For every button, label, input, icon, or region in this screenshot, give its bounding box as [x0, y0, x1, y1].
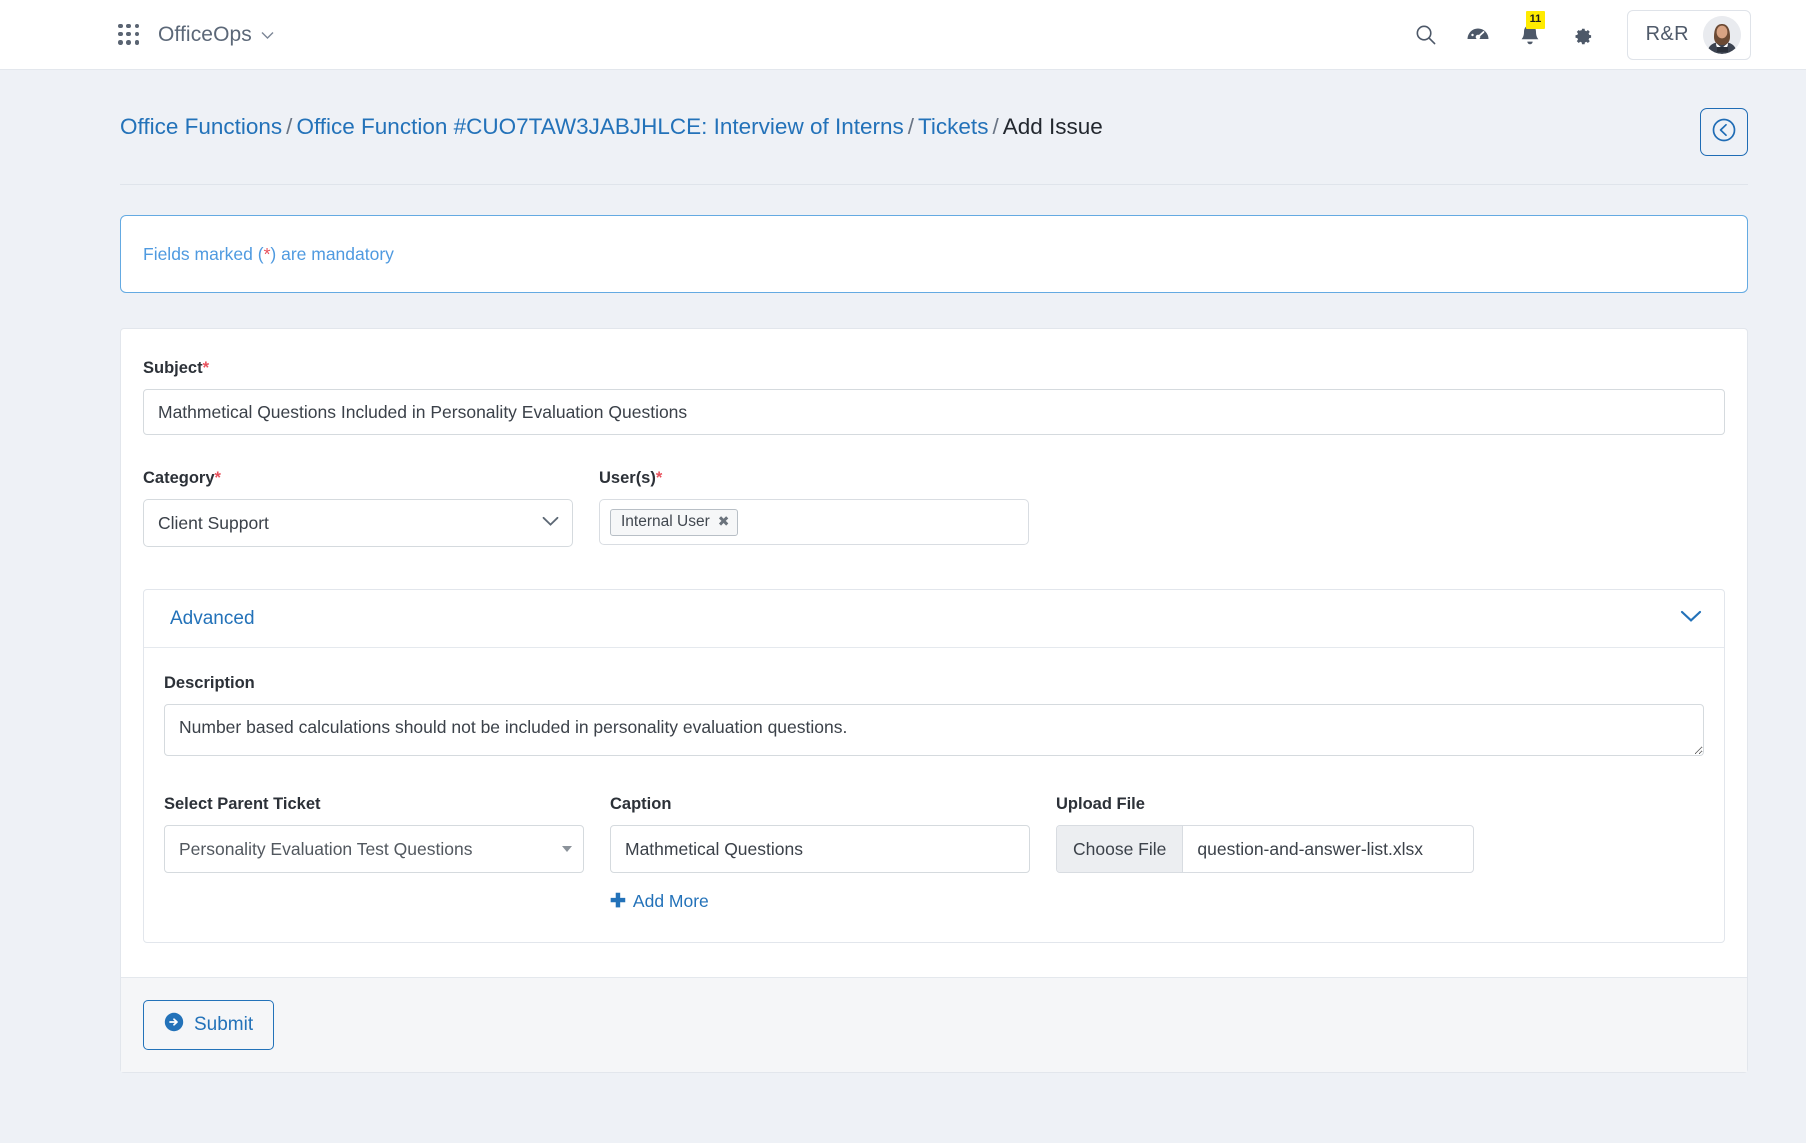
speedometer-icon[interactable] [1465, 22, 1491, 48]
notification-badge: 11 [1525, 10, 1546, 29]
parent-ticket-selected-value: Personality Evaluation Test Questions [179, 838, 473, 859]
notice-text: Fields marked (*) are mandatory [143, 244, 394, 265]
navbar-left-group: OfficeOps [118, 23, 274, 47]
mandatory-fields-notice: Fields marked (*) are mandatory [120, 215, 1748, 293]
navbar-right-group: 11 R&R [1413, 9, 1751, 60]
category-label-text: Category [143, 469, 215, 487]
file-input[interactable]: Choose File question-and-answer-list.xls… [1056, 825, 1474, 873]
users-required-marker: * [655, 469, 663, 487]
category-label: Category* [143, 469, 573, 488]
add-more-row: ✚ Add More [164, 891, 1704, 912]
breadcrumb-separator: / [992, 114, 999, 139]
parent-ticket-select[interactable]: Personality Evaluation Test Questions [164, 825, 584, 873]
notice-suffix: ) are mandatory [270, 243, 394, 264]
parent-ticket-select-wrap: Personality Evaluation Test Questions [164, 825, 584, 873]
back-button[interactable] [1700, 108, 1748, 156]
user-menu[interactable]: R&R [1626, 9, 1751, 60]
submit-label: Submit [194, 1014, 254, 1035]
category-select-wrap: Client Support [143, 499, 573, 547]
attachment-row: Select Parent Ticket Personality Evaluat… [164, 795, 1704, 873]
subject-input[interactable] [143, 389, 1725, 435]
subject-required-marker: * [202, 359, 210, 377]
choose-file-button[interactable]: Choose File [1057, 826, 1184, 872]
category-users-row: Category* Client Support User(s)* Intern… [143, 469, 1725, 547]
category-field-group: Category* Client Support [143, 469, 573, 547]
description-label: Description [164, 674, 255, 692]
add-issue-form-card: Subject* Category* Client Support User(s… [120, 328, 1748, 1073]
parent-ticket-field-group: Select Parent Ticket Personality Evaluat… [164, 795, 584, 873]
chevron-down-icon [1680, 610, 1702, 628]
gear-icon[interactable] [1569, 22, 1595, 48]
chosen-file-name: question-and-answer-list.xlsx [1197, 838, 1424, 859]
advanced-panel: Advanced Description Select Parent Ticke… [143, 589, 1725, 943]
users-label-text: User(s) [599, 469, 656, 487]
apps-grid-icon[interactable] [118, 23, 140, 46]
breadcrumb-link-office-function[interactable]: Office Function #CUO7TAW3JABJHLCE: Inter… [296, 114, 903, 139]
subject-label-text: Subject [143, 359, 203, 377]
bell-icon[interactable]: 11 [1517, 10, 1546, 48]
breadcrumb-current: Add Issue [1002, 114, 1103, 139]
description-textarea-wrap [164, 704, 1704, 761]
upload-file-field-group: Upload File Choose File question-and-ans… [1056, 795, 1474, 873]
user-tag: Internal User ✖ [610, 508, 739, 536]
arrow-right-circle-icon [164, 1012, 184, 1038]
breadcrumb: Office Functions / Office Function #CUO7TA… [120, 108, 1700, 140]
advanced-panel-title: Advanced [170, 607, 255, 629]
form-body: Subject* Category* Client Support User(s… [121, 329, 1747, 977]
category-select[interactable]: Client Support [143, 499, 573, 547]
users-field-group: User(s)* Internal User ✖ [599, 469, 1029, 547]
search-icon[interactable] [1413, 22, 1439, 48]
form-footer: Submit [121, 977, 1747, 1072]
parent-ticket-label: Select Parent Ticket [164, 795, 321, 813]
users-label: User(s)* [599, 469, 1029, 488]
avatar [1703, 15, 1741, 54]
remove-tag-icon[interactable]: ✖ [718, 513, 730, 530]
notice-prefix: Fields marked ( [143, 243, 264, 264]
breadcrumb-bar: Office Functions / Office Function #CUO7TA… [0, 70, 1806, 156]
advanced-panel-body: Description Select Parent Ticket Persona… [144, 648, 1724, 942]
add-more-label: Add More [632, 891, 709, 911]
submit-button[interactable]: Submit [143, 1000, 275, 1050]
users-tag-input[interactable]: Internal User ✖ [599, 499, 1029, 545]
breadcrumb-separator: / [286, 114, 293, 139]
category-required-marker: * [214, 469, 221, 487]
user-initials: R&R [1645, 23, 1689, 45]
add-more-button[interactable]: ✚ Add More [610, 891, 709, 912]
brand-menu[interactable]: OfficeOps [158, 23, 274, 47]
caption-input[interactable] [610, 825, 1030, 873]
subject-label: Subject* [143, 359, 1725, 378]
circle-chevron-left-icon [1711, 117, 1737, 148]
subject-field-group: Subject* [143, 359, 1725, 435]
breadcrumb-link-office-functions[interactable]: Office Functions [120, 114, 282, 139]
upload-file-label: Upload File [1056, 795, 1145, 813]
advanced-panel-header[interactable]: Advanced [144, 590, 1724, 648]
caption-field-group: Caption [610, 795, 1030, 873]
description-field-group: Description [164, 674, 1704, 761]
brand-label: OfficeOps [158, 22, 252, 46]
caption-label: Caption [610, 795, 672, 813]
description-textarea[interactable] [164, 704, 1704, 756]
breadcrumb-separator: / [907, 114, 915, 139]
breadcrumb-divider [120, 184, 1748, 185]
chevron-down-icon [261, 27, 274, 43]
plus-icon: ✚ [610, 891, 626, 912]
user-tag-label: Internal User [621, 512, 710, 530]
top-navbar: OfficeOps 11 R&R [0, 0, 1806, 70]
breadcrumb-link-tickets[interactable]: Tickets [918, 114, 988, 139]
